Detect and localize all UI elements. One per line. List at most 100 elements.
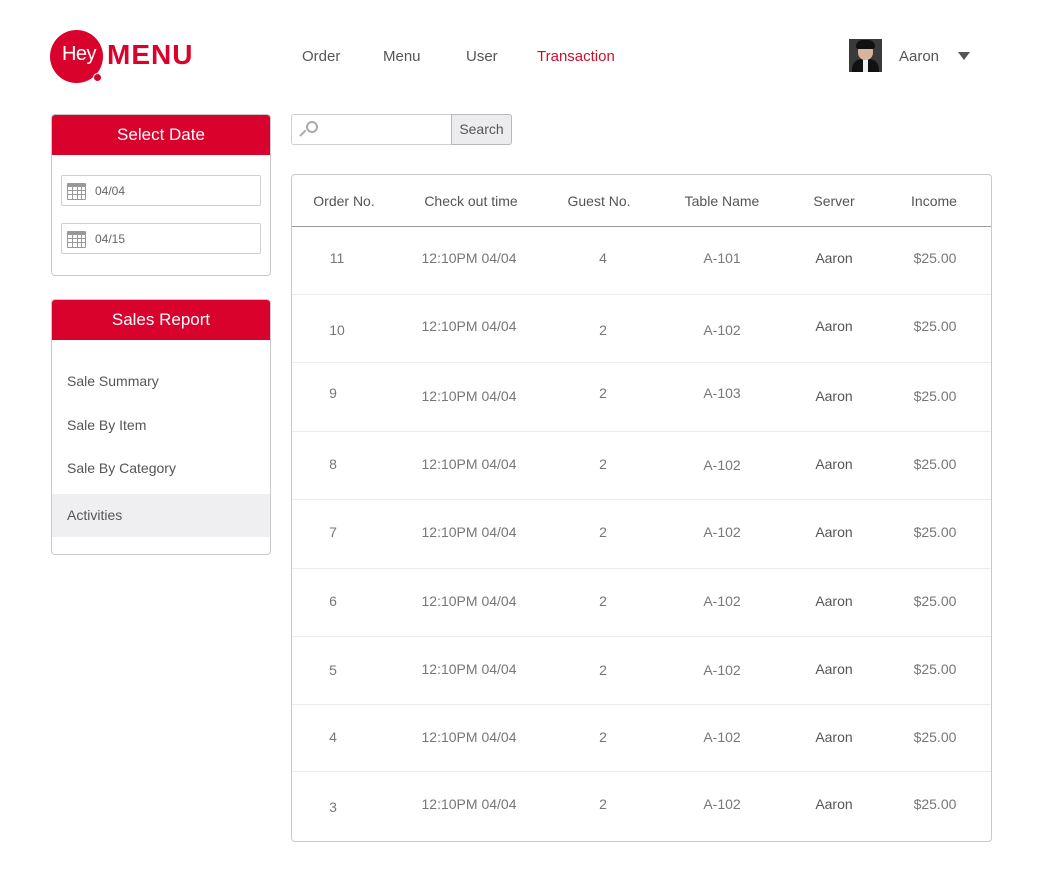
column-header-order-no[interactable]: Order No. [292,193,396,209]
end-date-field[interactable]: 04/15 [61,223,261,254]
table-row[interactable]: 7 12:10PM 04/04 2 A-102 Aaron $25.00 [292,500,991,569]
cell-order-no: 9 [329,385,337,401]
table-row[interactable]: 5 12:10PM 04/04 2 A-102 Aaron $25.00 [292,637,991,705]
report-item-sale-by-item[interactable]: Sale By Item [52,404,270,447]
cell-guest-no: 2 [599,796,607,812]
table-row[interactable]: 10 12:10PM 04/04 2 A-102 Aaron $25.00 [292,295,991,363]
heymenu-logo[interactable]: Hey MENU [50,30,195,84]
table-row[interactable]: 11 12:10PM 04/04 4 A-101 Aaron $25.00 [292,227,991,295]
cell-check-out-time: 12:10PM 04/04 [421,796,517,812]
cell-income: $25.00 [913,661,957,677]
cell-guest-no: 2 [599,729,607,745]
calendar-icon [67,231,86,248]
cell-check-out-time: 12:10PM 04/04 [421,318,517,334]
cell-order-no: 11 [329,250,345,266]
cell-table-name: A-102 [703,593,741,609]
cell-table-name: A-102 [703,457,741,473]
cell-income: $25.00 [913,456,957,472]
cell-table-name: A-102 [703,524,741,540]
caret-down-icon[interactable] [958,52,970,60]
cell-check-out-time: 12:10PM 04/04 [421,388,517,404]
cell-table-name: A-102 [703,662,741,678]
column-header-server[interactable]: Server [792,193,876,209]
start-date-value: 04/04 [95,184,126,198]
cell-income: $25.00 [913,796,957,812]
cell-server: Aaron [815,250,853,266]
cell-server: Aaron [815,456,853,472]
cell-guest-no: 2 [599,662,607,678]
cell-server: Aaron [815,661,853,677]
cell-server: Aaron [815,318,853,334]
nav-transaction[interactable]: Transaction [537,48,615,65]
search-icon [299,121,319,140]
table-row[interactable]: 6 12:10PM 04/04 2 A-102 Aaron $25.00 [292,569,991,637]
cell-server: Aaron [815,593,853,609]
column-header-check-out-time[interactable]: Check out time [396,193,546,209]
cell-guest-no: 2 [599,524,607,540]
cell-income: $25.00 [913,729,957,745]
table-header: Order No. Check out time Guest No. Table… [292,175,991,227]
nav-user[interactable]: User [466,48,498,65]
cell-guest-no: 2 [599,322,607,338]
cell-server: Aaron [815,729,853,745]
logo-dot [93,73,102,82]
logo-hey-text: Hey [61,43,97,65]
cell-order-no: 6 [329,593,337,609]
cell-guest-no: 4 [599,250,607,266]
user-avatar[interactable] [849,39,882,72]
cell-order-no: 3 [329,799,337,815]
end-date-value: 04/15 [95,232,126,246]
cell-check-out-time: 12:10PM 04/04 [421,661,517,677]
cell-check-out-time: 12:10PM 04/04 [421,593,517,609]
table-row[interactable]: 8 12:10PM 04/04 2 A-102 Aaron $25.00 [292,432,991,500]
report-item-activities[interactable]: Activities [52,494,270,537]
table-row[interactable]: 9 12:10PM 04/04 2 A-103 Aaron $25.00 [292,363,991,432]
cell-check-out-time: 12:10PM 04/04 [421,456,517,472]
cell-order-no: 7 [329,524,337,540]
cell-table-name: A-103 [703,385,741,401]
cell-income: $25.00 [913,593,957,609]
select-date-panel: Select Date 04/04 04/15 [51,114,271,276]
cell-income: $25.00 [913,524,957,540]
cell-income: $25.00 [913,250,957,266]
table-row[interactable]: 3 12:10PM 04/04 2 A-102 Aaron $25.00 [292,772,991,841]
start-date-field[interactable]: 04/04 [61,175,261,206]
cell-income: $25.00 [913,388,957,404]
nav-menu[interactable]: Menu [383,48,421,65]
cell-check-out-time: 12:10PM 04/04 [421,729,517,745]
logo-menu-text: MENU [107,39,194,70]
user-menu[interactable]: Aaron [849,39,979,73]
transactions-table: Order No. Check out time Guest No. Table… [291,174,992,842]
sales-report-panel: Sales Report Sale Summary Sale By Item S… [51,299,271,555]
nav-order[interactable]: Order [302,48,340,65]
cell-guest-no: 2 [599,456,607,472]
column-header-guest-no[interactable]: Guest No. [546,193,652,209]
column-header-income[interactable]: Income [876,193,991,209]
column-header-table-name[interactable]: Table Name [652,193,792,209]
user-name: Aaron [899,48,940,65]
report-item-sale-summary[interactable]: Sale Summary [52,360,270,403]
cell-server: Aaron [815,388,853,404]
cell-guest-no: 2 [599,593,607,609]
cell-income: $25.00 [913,318,957,334]
cell-order-no: 4 [329,729,337,745]
select-date-title: Select Date [52,115,270,155]
sales-report-title: Sales Report [52,300,270,340]
search-input[interactable] [291,114,452,145]
table-row[interactable]: 4 12:10PM 04/04 2 A-102 Aaron $25.00 [292,705,991,772]
cell-order-no: 8 [329,456,337,472]
cell-table-name: A-102 [703,322,741,338]
calendar-icon [67,183,86,200]
cell-check-out-time: 12:10PM 04/04 [421,524,517,540]
report-item-sale-by-category[interactable]: Sale By Category [52,447,270,490]
cell-server: Aaron [815,796,853,812]
cell-order-no: 10 [329,322,345,338]
cell-table-name: A-102 [703,796,741,812]
search-button[interactable]: Search [451,114,512,145]
cell-guest-no: 2 [599,385,607,401]
cell-server: Aaron [815,524,853,540]
cell-order-no: 5 [329,662,337,678]
cell-table-name: A-102 [703,729,741,745]
cell-check-out-time: 12:10PM 04/04 [421,250,517,266]
cell-table-name: A-101 [703,250,741,266]
